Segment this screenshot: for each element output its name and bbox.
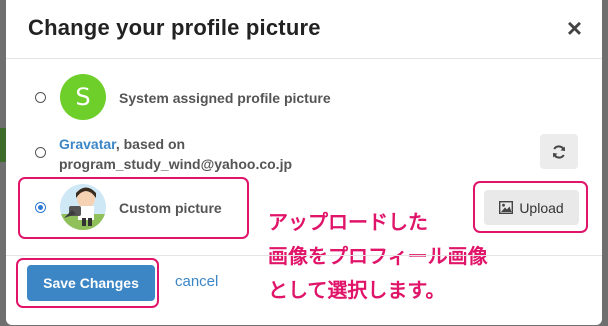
- radio-gravatar[interactable]: [35, 147, 46, 158]
- gravatar-email: program_study_wind@yahoo.co.jp: [59, 156, 293, 172]
- avatar-system: S: [60, 74, 106, 120]
- image-icon: [499, 201, 514, 214]
- save-changes-button[interactable]: Save Changes: [27, 265, 155, 301]
- upload-label: Upload: [519, 199, 564, 216]
- close-icon[interactable]: ×: [567, 15, 582, 41]
- cancel-link[interactable]: cancel: [175, 273, 218, 290]
- avatar-custom: [60, 184, 106, 230]
- refresh-icon: [553, 144, 565, 159]
- dialog-title: Change your profile picture: [28, 15, 321, 40]
- refresh-gravatar-button[interactable]: [540, 134, 578, 169]
- radio-custom-picture[interactable]: [35, 202, 46, 213]
- gravatar-link[interactable]: Gravatar: [59, 136, 116, 152]
- option-label-gravatar: Gravatar, based on program_study_wind@ya…: [59, 134, 292, 174]
- modal-backdrop-right: [602, 0, 608, 325]
- upload-button[interactable]: Upload: [484, 190, 579, 225]
- profile-picture-dialog: Change your profile picture × S System a…: [6, 0, 602, 325]
- gravatar-label-rest: , based on: [115, 136, 186, 152]
- option-label-system: System assigned profile picture: [119, 90, 331, 106]
- dialog-header: Change your profile picture ×: [6, 0, 602, 59]
- option-label-custom: Custom picture: [119, 200, 222, 216]
- avatar-letter: S: [75, 83, 91, 111]
- annotation-line-1: アップロードした: [268, 210, 428, 234]
- radio-system-picture[interactable]: [35, 92, 46, 103]
